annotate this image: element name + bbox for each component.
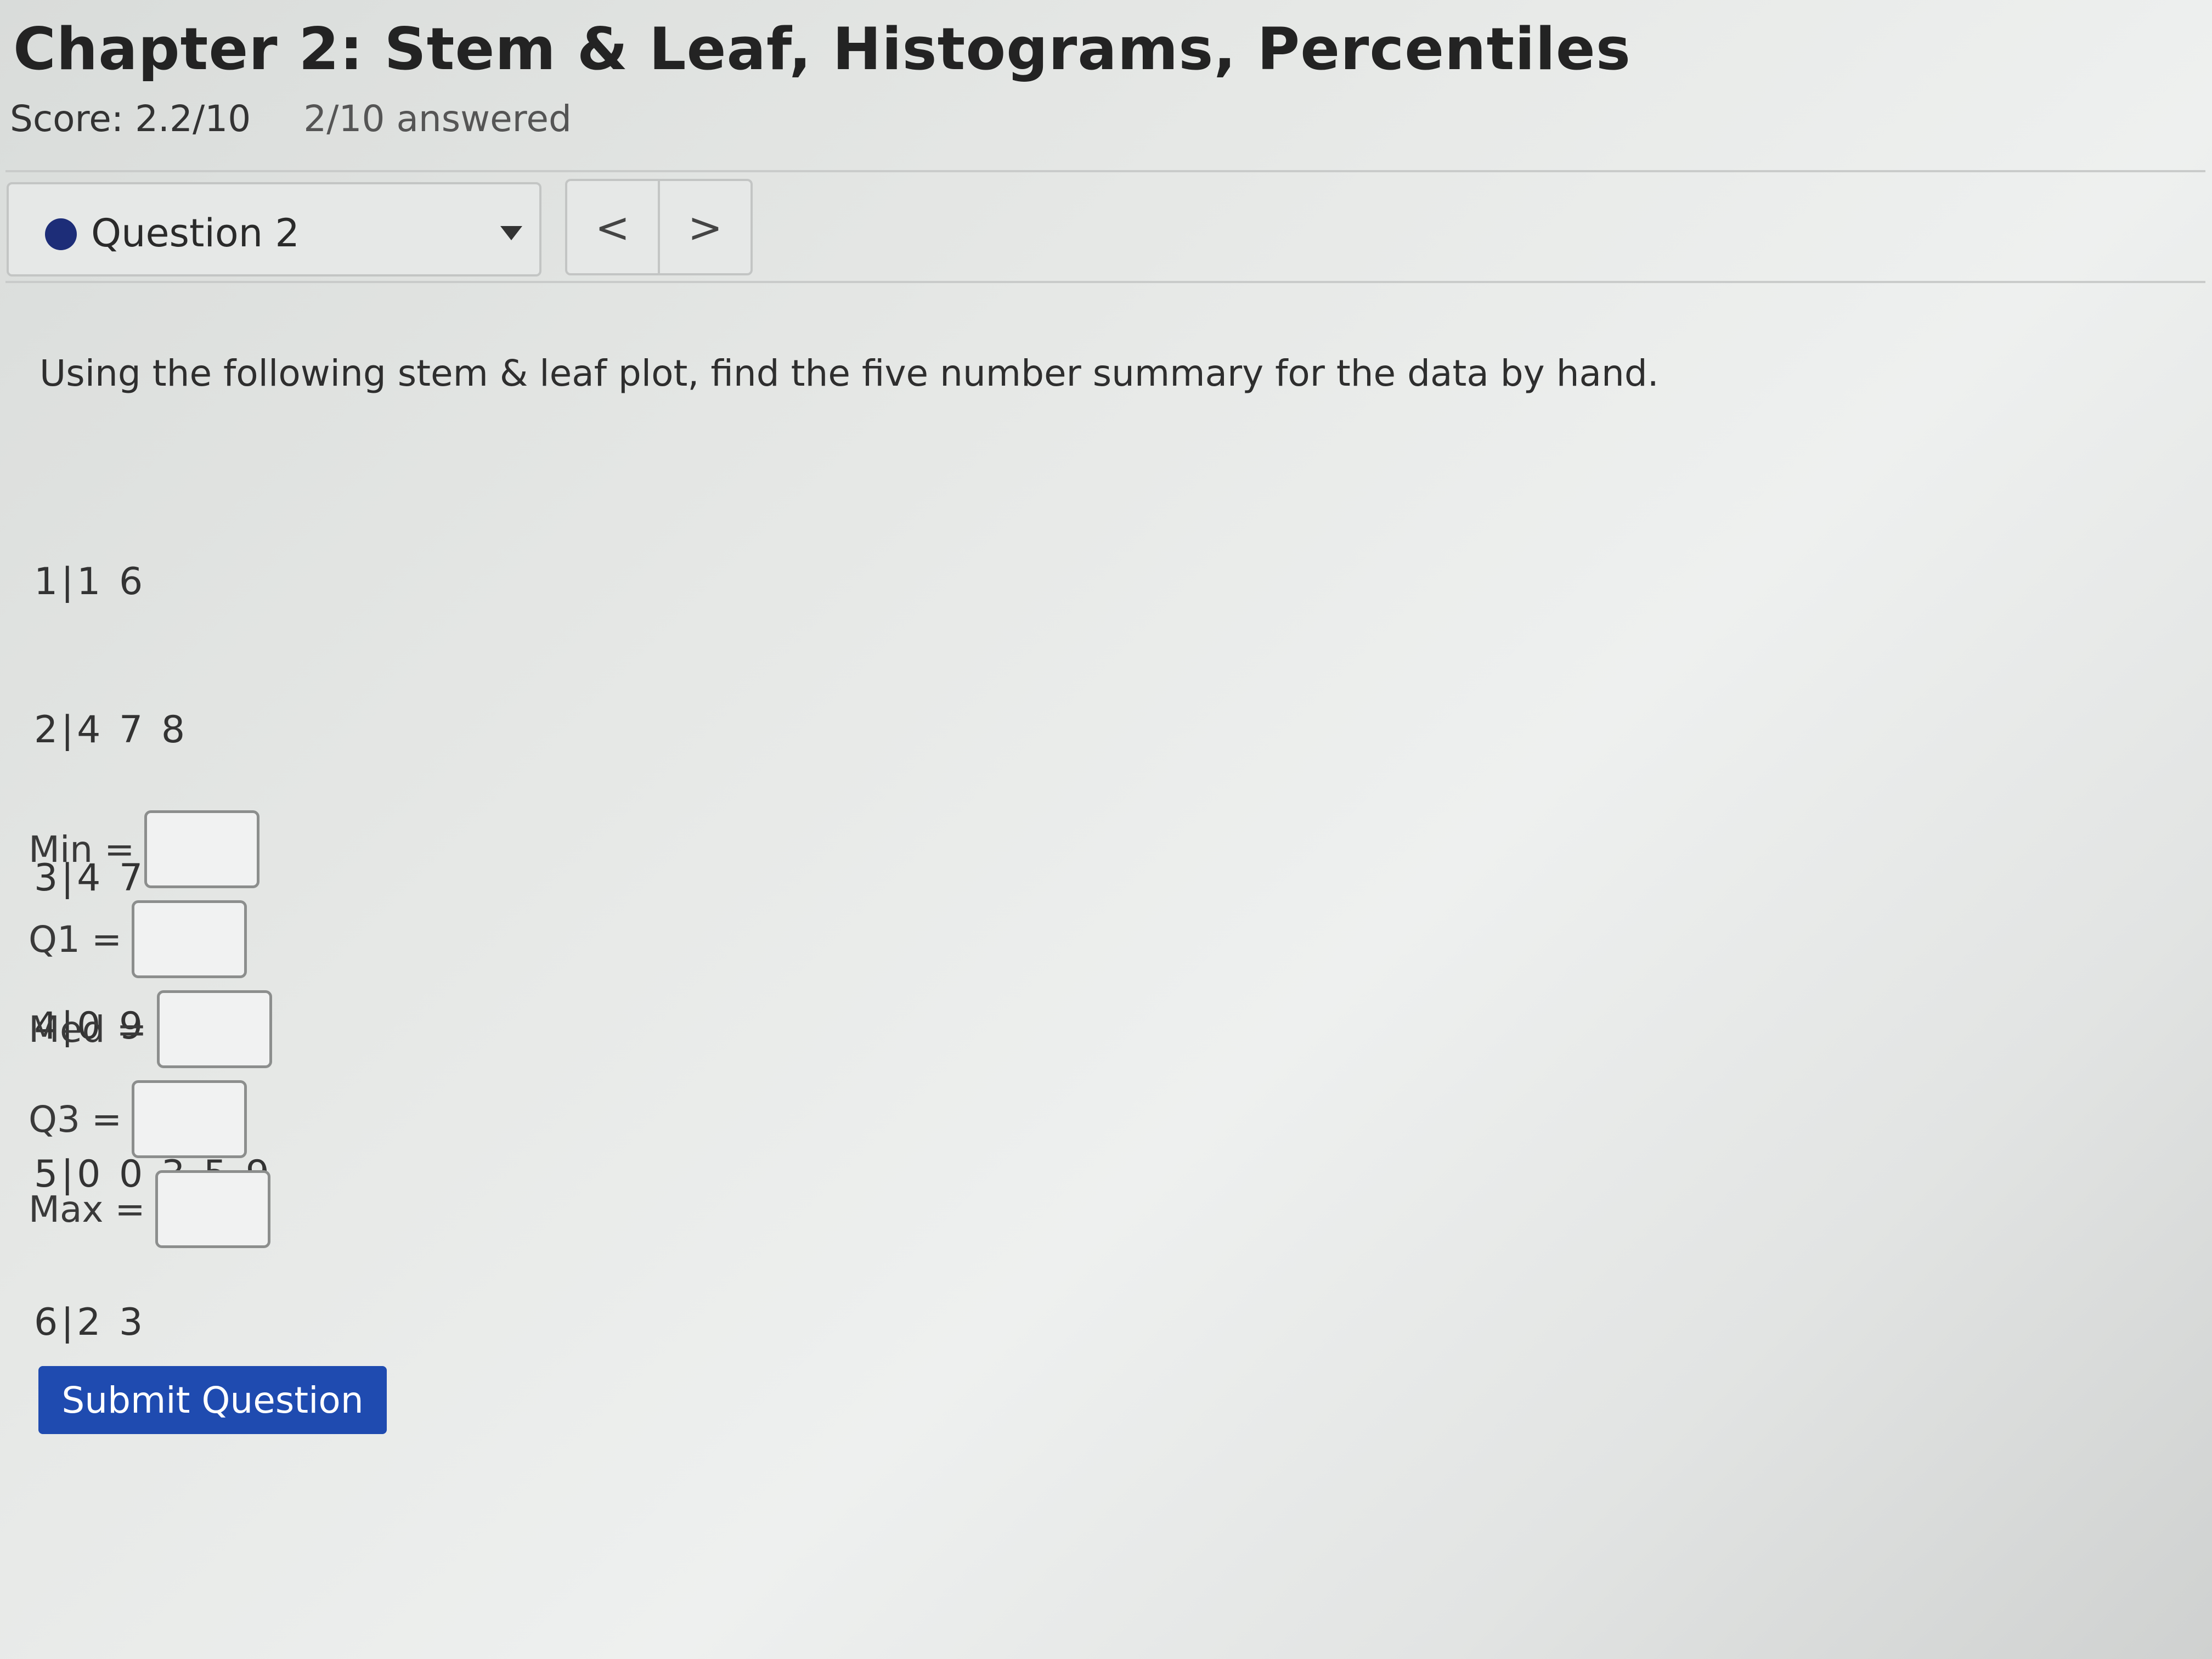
q1-label: Q1 = bbox=[29, 918, 122, 961]
q3-input[interactable] bbox=[132, 1080, 247, 1158]
stem-leaf-row: 2|4 7 8 bbox=[34, 708, 189, 752]
max-label: Max = bbox=[29, 1188, 145, 1231]
assignment-page: Chapter 2: Stem & Leaf, Histograms, Perc… bbox=[0, 0, 2212, 1659]
question-dropdown-label: Question 2 bbox=[91, 211, 300, 256]
question-dropdown[interactable]: Question 2 bbox=[7, 182, 541, 276]
q1-input[interactable] bbox=[132, 900, 247, 978]
chevron-down-icon bbox=[500, 226, 522, 240]
median-row: Med = bbox=[29, 984, 272, 1074]
min-label: Min = bbox=[29, 828, 135, 871]
question-nav-buttons: < > bbox=[565, 179, 753, 275]
page-title: Chapter 2: Stem & Leaf, Histograms, Perc… bbox=[13, 15, 1631, 83]
stem-leaf-row: 6|2 3 bbox=[34, 1301, 146, 1344]
q3-row: Q3 = bbox=[29, 1074, 272, 1164]
chevron-left-icon: < bbox=[595, 202, 630, 252]
q1-row: Q1 = bbox=[29, 894, 272, 984]
previous-question-button[interactable]: < bbox=[567, 181, 660, 273]
submit-question-button[interactable]: Submit Question bbox=[38, 1366, 387, 1434]
stem-leaf-row: 1|1 6 bbox=[34, 560, 146, 603]
min-row: Min = bbox=[29, 804, 272, 894]
next-question-button[interactable]: > bbox=[660, 181, 751, 273]
answered-count: 2/10 answered bbox=[303, 98, 572, 140]
q3-label: Q3 = bbox=[29, 1098, 122, 1141]
max-input[interactable] bbox=[155, 1170, 270, 1248]
question-prompt: Using the following stem & leaf plot, fi… bbox=[40, 352, 1659, 394]
score-text: Score: 2.2/10 bbox=[10, 98, 251, 140]
median-label: Med = bbox=[29, 1008, 147, 1051]
chevron-right-icon: > bbox=[687, 202, 723, 252]
min-input[interactable] bbox=[144, 810, 260, 888]
max-row: Max = bbox=[29, 1164, 272, 1254]
question-status-dot-icon bbox=[45, 218, 77, 250]
score-line: Score: 2.2/10 2/10 answered bbox=[10, 98, 572, 140]
five-number-summary-form: Min = Q1 = Med = Q3 = Max = bbox=[29, 804, 272, 1254]
nav-divider bbox=[5, 281, 2205, 283]
header-divider bbox=[5, 170, 2205, 172]
median-input[interactable] bbox=[156, 990, 272, 1068]
